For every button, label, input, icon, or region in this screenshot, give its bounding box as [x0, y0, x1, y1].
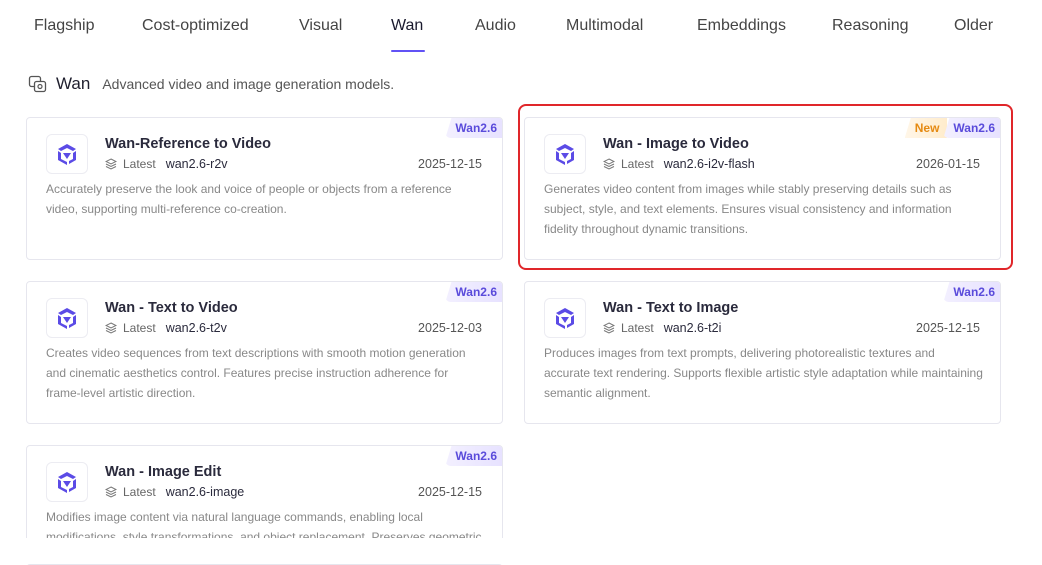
release-date: 2025-12-03 — [418, 321, 482, 335]
wan-logo-icon — [544, 298, 586, 338]
model-meta: Latest wan2.6-t2i — [603, 321, 721, 335]
tab-reasoning[interactable]: Reasoning — [832, 17, 909, 35]
model-card-text-to-video[interactable]: Wan2.6 Wan - Text to Video Latest wan2.6… — [26, 281, 503, 424]
latest-label: Latest — [123, 157, 156, 171]
wan-logo-icon — [544, 134, 586, 174]
section-title: Wan — [56, 74, 91, 93]
wan-logo-icon — [46, 462, 88, 502]
layers-icon — [105, 486, 117, 498]
wan-logo-icon — [46, 134, 88, 174]
model-name: Wan - Image to Video — [603, 136, 749, 152]
model-description: Produces images from text prompts, deliv… — [544, 346, 983, 400]
tab-older[interactable]: Older — [954, 17, 993, 35]
card-badges: Wan2.6 — [445, 118, 502, 138]
category-tabs: Flagship Cost-optimized Visual Wan Audio… — [0, 0, 1042, 58]
version-badge: Wan2.6 — [445, 446, 502, 466]
section-header: Wan Advanced video and image generation … — [28, 72, 394, 96]
model-name: Wan - Text to Image — [603, 300, 739, 316]
latest-label: Latest — [621, 321, 654, 335]
latest-label: Latest — [621, 157, 654, 171]
model-id: wan2.6-image — [165, 485, 245, 499]
layers-icon — [603, 322, 615, 334]
release-date: 2025-12-15 — [418, 157, 482, 171]
version-badge: Wan2.6 — [943, 118, 1000, 138]
tab-flagship[interactable]: Flagship — [34, 17, 94, 35]
model-meta: Latest wan2.6-i2v-flash — [603, 157, 755, 171]
card-badges: Wan2.6 — [445, 282, 502, 302]
model-id: wan2.6-t2v — [165, 321, 227, 335]
model-meta: Latest wan2.6-r2v — [105, 157, 228, 171]
model-meta: Latest wan2.6-t2v — [105, 321, 227, 335]
version-badge: Wan2.6 — [445, 282, 502, 302]
viewport-bottom-edge — [0, 538, 1042, 564]
section-description: Advanced video and image generation mode… — [102, 76, 395, 92]
version-badge: Wan2.6 — [943, 282, 1000, 302]
model-id: wan2.6-r2v — [165, 157, 228, 171]
release-date: 2026-01-15 — [916, 157, 980, 171]
card-badges: New Wan2.6 — [904, 118, 1000, 138]
release-date: 2025-12-15 — [418, 485, 482, 499]
latest-label: Latest — [123, 485, 156, 499]
version-badge: Wan2.6 — [445, 118, 502, 138]
new-badge: New — [904, 118, 948, 138]
card-badges: Wan2.6 — [445, 446, 502, 466]
model-meta: Latest wan2.6-image — [105, 485, 244, 499]
model-card-text-to-image[interactable]: Wan2.6 Wan - Text to Image Latest wan2.6… — [524, 281, 1001, 424]
wan-logo-icon — [46, 298, 88, 338]
image-video-icon — [28, 75, 47, 93]
model-description: Accurately preserve the look and voice o… — [46, 182, 452, 216]
latest-label: Latest — [123, 321, 156, 335]
model-id: wan2.6-t2i — [663, 321, 722, 335]
release-date: 2025-12-15 — [916, 321, 980, 335]
card-badges: Wan2.6 — [943, 282, 1000, 302]
model-name: Wan - Text to Video — [105, 300, 238, 316]
layers-icon — [105, 322, 117, 334]
tab-audio[interactable]: Audio — [475, 17, 516, 35]
tab-visual[interactable]: Visual — [299, 17, 342, 35]
model-description: Generates video content from images whil… — [544, 182, 952, 236]
active-tab-indicator — [391, 50, 425, 52]
model-name: Wan - Image Edit — [105, 464, 222, 480]
tab-cost-optimized[interactable]: Cost-optimized — [142, 17, 249, 35]
model-description: Creates video sequences from text descri… — [46, 346, 466, 400]
tab-wan[interactable]: Wan — [391, 17, 423, 35]
layers-icon — [105, 158, 117, 170]
tab-multimodal[interactable]: Multimodal — [566, 17, 643, 35]
layers-icon — [603, 158, 615, 170]
model-card-image-to-video[interactable]: New Wan2.6 Wan - Image to Video Latest w… — [524, 117, 1001, 260]
model-id: wan2.6-i2v-flash — [663, 157, 755, 171]
model-name: Wan-Reference to Video — [105, 136, 271, 152]
model-card-reference-to-video[interactable]: Wan2.6 Wan-Reference to Video Latest wan… — [26, 117, 503, 260]
tab-embeddings[interactable]: Embeddings — [697, 17, 786, 35]
